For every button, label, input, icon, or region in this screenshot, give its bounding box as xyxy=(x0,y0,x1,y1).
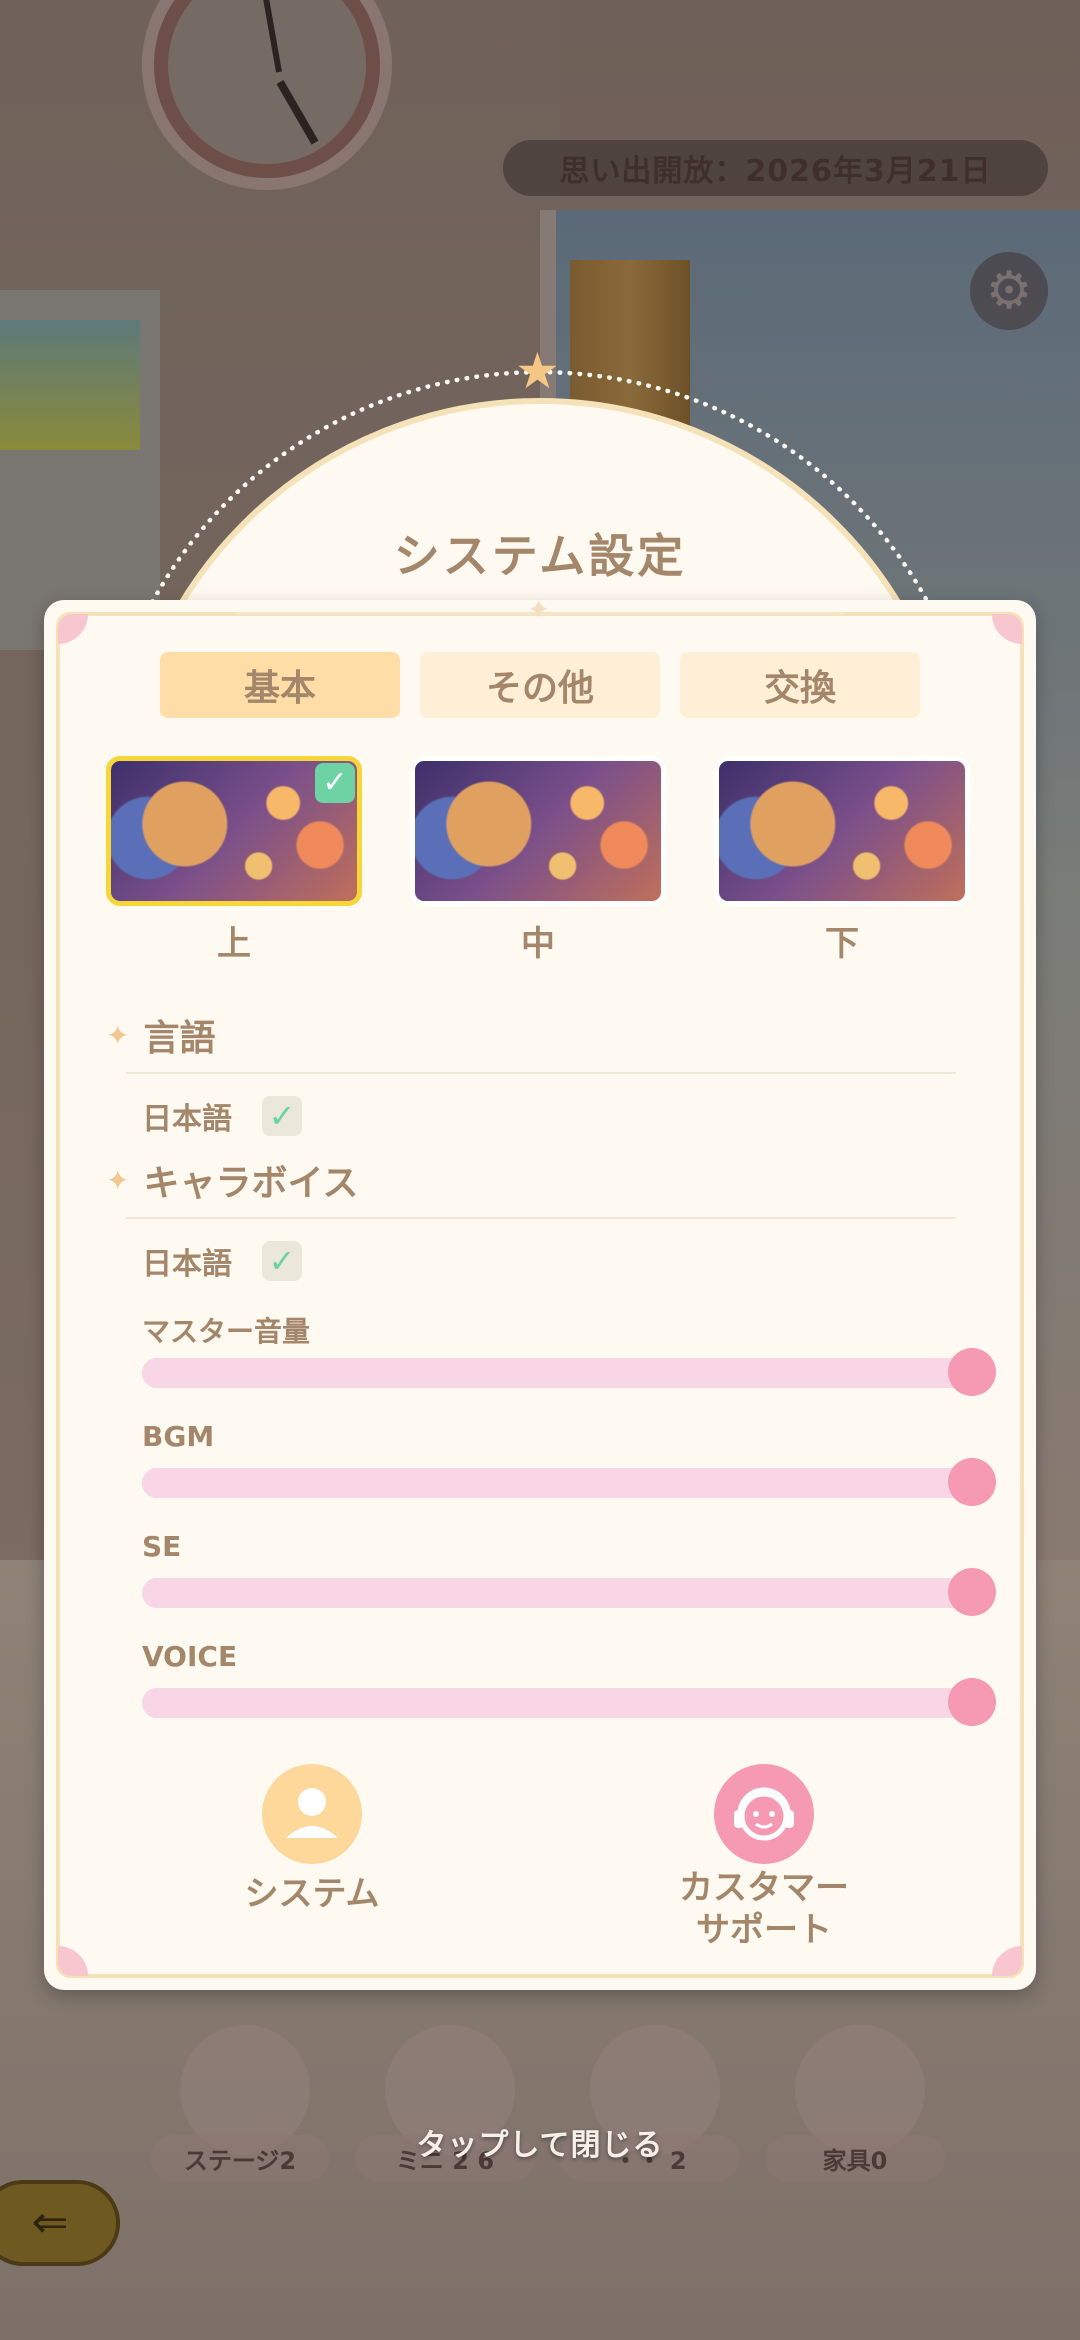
card-artwork xyxy=(415,761,661,901)
slider-label: マスター音量 xyxy=(142,1315,311,1348)
slider-track[interactable] xyxy=(142,1358,972,1388)
tap-to-close-hint[interactable]: タップして閉じる xyxy=(0,2120,1080,2164)
voice-option-japanese[interactable]: 日本語 ✓ xyxy=(142,1231,302,1291)
back-button[interactable]: ⇐ xyxy=(0,2180,120,2266)
card-position-label: 下 xyxy=(825,924,859,964)
card-artwork xyxy=(719,761,965,901)
slider-thumb[interactable] xyxy=(948,1678,996,1726)
action-label-line2: サポート xyxy=(696,1910,832,1950)
gear-icon[interactable]: ⚙ xyxy=(970,252,1048,330)
option-label: 日本語 xyxy=(142,1247,232,1282)
tab-basic[interactable]: 基本 xyxy=(160,652,400,718)
card-position-label: 中 xyxy=(521,924,555,964)
check-icon[interactable]: ✓ xyxy=(262,1096,302,1136)
section-heading: キャラボイス xyxy=(143,1163,359,1204)
language-option-japanese[interactable]: 日本語 ✓ xyxy=(142,1086,302,1146)
system-button[interactable]: システム xyxy=(192,1764,432,1964)
tab-other[interactable]: その他 xyxy=(420,652,660,718)
slider-track[interactable] xyxy=(142,1688,972,1718)
memory-unlock-date: 思い出開放：2026年3月21日 xyxy=(503,140,1048,196)
slider-thumb[interactable] xyxy=(948,1458,996,1506)
tab-exchange[interactable]: 交換 xyxy=(680,652,920,718)
option-label: 日本語 xyxy=(142,1102,232,1137)
slider-thumb[interactable] xyxy=(948,1568,996,1616)
customer-support-button[interactable]: カスタマー サポート xyxy=(644,1764,884,1964)
check-icon[interactable]: ✓ xyxy=(262,1241,302,1281)
card-position-bottom[interactable] xyxy=(714,756,970,906)
back-arrow-icon: ⇐ xyxy=(31,2197,69,2248)
card-position-selector: ✓ 上 中 下 xyxy=(106,756,986,966)
slider-label: BGM xyxy=(142,1420,215,1453)
slider-thumb[interactable] xyxy=(948,1348,996,1396)
dialog-title: システム設定 xyxy=(393,529,687,583)
action-label: システム xyxy=(244,1874,380,1914)
slider-track[interactable] xyxy=(142,1468,972,1498)
card-position-label: 上 xyxy=(217,924,251,964)
action-label-line1: カスタマー xyxy=(679,1868,849,1908)
headset-icon xyxy=(714,1764,814,1864)
check-icon: ✓ xyxy=(315,763,355,803)
card-position-middle[interactable] xyxy=(410,756,666,906)
sparkle-icon: ✦ xyxy=(106,1163,130,1197)
sparkle-icon: ✦ xyxy=(527,593,551,626)
section-heading: 言語 xyxy=(143,1018,216,1059)
slider-label: VOICE xyxy=(142,1640,238,1673)
sparkle-icon: ✦ xyxy=(106,1018,130,1052)
user-icon xyxy=(262,1764,362,1864)
card-position-top[interactable]: ✓ xyxy=(106,756,362,906)
star-icon: ★ xyxy=(515,342,560,400)
slider-label: SE xyxy=(142,1530,182,1563)
settings-tabs: 基本 その他 交換 xyxy=(160,652,920,718)
slider-track[interactable] xyxy=(142,1578,972,1608)
